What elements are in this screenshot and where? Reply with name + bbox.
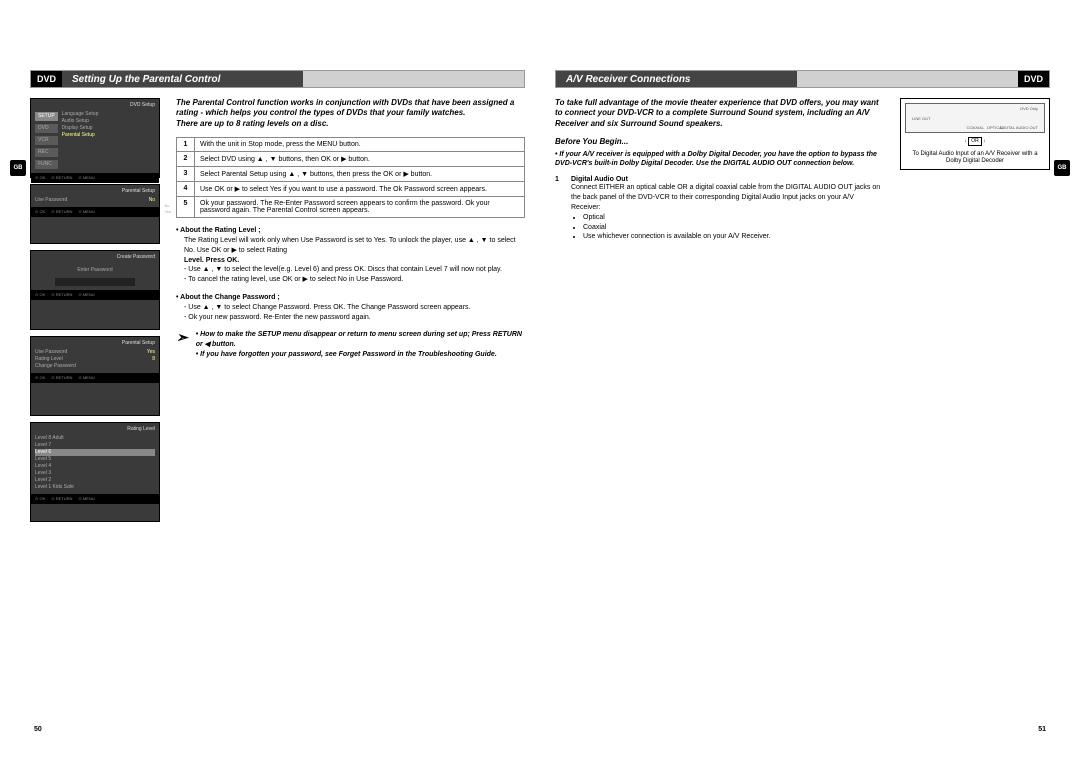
header-spacer-right bbox=[797, 71, 1018, 87]
screenshot-parental-setup-1: Parental Setup Use Password No No Yes ⊙ … bbox=[30, 184, 160, 244]
header-badge-dvd-right: DVD bbox=[1018, 71, 1049, 87]
page-right: GB A/V Receiver Connections DVD To take … bbox=[555, 20, 1050, 743]
diagram-caption: To Digital Audio Input of an A/V Receive… bbox=[905, 151, 1045, 165]
section-1-body: Connect EITHER an optical cable OR a dig… bbox=[571, 183, 884, 242]
note-arrow-icon: ➣ bbox=[176, 330, 188, 344]
header-title-left: Setting Up the Parental Control bbox=[62, 71, 303, 87]
right-text-column: To take full advantage of the movie thea… bbox=[555, 98, 884, 242]
header-title-right: A/V Receiver Connections bbox=[556, 71, 797, 87]
steps-table: 1With the unit in Stop mode, press the M… bbox=[176, 137, 525, 218]
connection-diagram: DVD Only LINE OUT DIGITAL AUDIO OUT COAX… bbox=[900, 98, 1050, 242]
intro-text-left: The Parental Control function works in c… bbox=[176, 98, 525, 129]
page-number-left: 50 bbox=[34, 726, 42, 733]
header-bar-left: DVD Setting Up the Parental Control bbox=[30, 70, 525, 88]
header-badge-dvd: DVD bbox=[31, 71, 62, 87]
header-spacer-left bbox=[303, 71, 524, 87]
header-bar-right: A/V Receiver Connections DVD bbox=[555, 70, 1050, 88]
screenshot-dvd-setup: DVD Setup SETUP DVD VCR REC FUNC Languag… bbox=[30, 98, 160, 178]
screenshot-rating-level: Rating Level Level 8 Adult Level 7 Level… bbox=[30, 422, 160, 522]
page-number-right: 51 bbox=[1038, 726, 1046, 733]
sh1-title: DVD Setup bbox=[35, 102, 155, 109]
about-rating-block: • About the Rating Level ; The Rating Le… bbox=[176, 226, 525, 285]
note-block: ➣ • How to make the SETUP menu disappear… bbox=[176, 330, 525, 359]
screenshot-parental-setup-2: Parental Setup Use PasswordYes Rating Le… bbox=[30, 336, 160, 416]
diagram-or-label: OR bbox=[968, 137, 982, 146]
before-you-begin: Before You Begin... bbox=[555, 137, 884, 146]
section-1-header: 1 Digital Audio Out bbox=[555, 176, 884, 183]
diagram-back-panel: DVD Only LINE OUT DIGITAL AUDIO OUT COAX… bbox=[905, 103, 1045, 133]
screenshots-column: DVD Setup SETUP DVD VCR REC FUNC Languag… bbox=[30, 98, 160, 522]
page-left: GB DVD Setting Up the Parental Control D… bbox=[30, 20, 525, 743]
left-body-column: The Parental Control function works in c… bbox=[176, 98, 525, 522]
dolby-bullet: • If your A/V receiver is equipped with … bbox=[555, 150, 884, 168]
gb-tab-right: GB bbox=[1054, 160, 1070, 176]
screenshot-create-password: Create Password Enter Password ⊙ OK ⊙ RE… bbox=[30, 250, 160, 330]
gb-tab-left: GB bbox=[10, 160, 26, 176]
about-change-password-block: • About the Change Password ; - Use ▲ , … bbox=[176, 293, 525, 322]
intro-text-right: To take full advantage of the movie thea… bbox=[555, 98, 884, 129]
